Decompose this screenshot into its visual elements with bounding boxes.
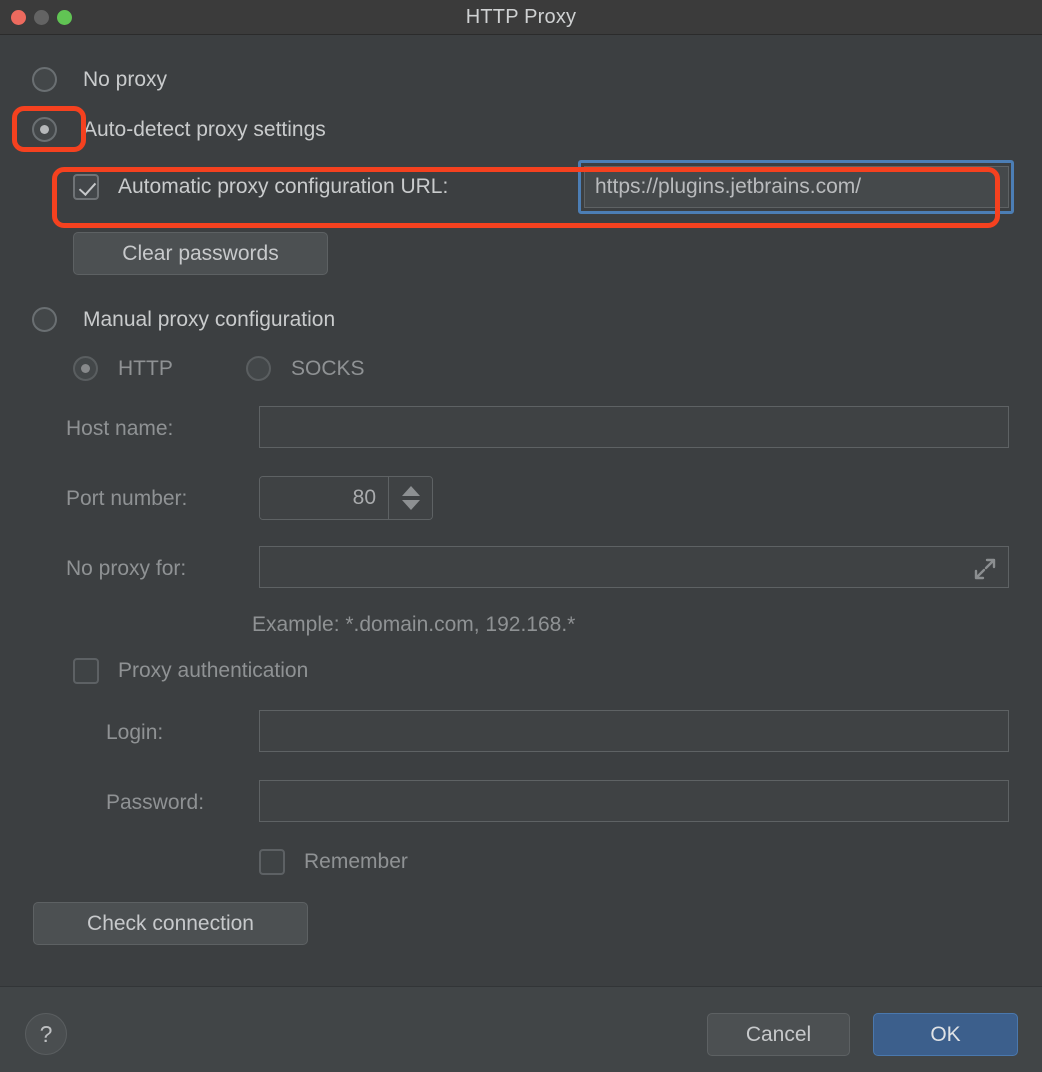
window-title: HTTP Proxy (465, 6, 577, 28)
password-label: Password: (106, 791, 205, 814)
clear-passwords-button[interactable]: Clear passwords (73, 232, 328, 275)
http-proxy-dialog: HTTP Proxy No proxy Auto-detect proxy se… (0, 0, 1042, 1072)
checkbox-pac-url-label: Automatic proxy configuration URL: (118, 175, 449, 198)
spinner-up-icon[interactable] (401, 486, 420, 496)
radio-manual-proxy[interactable]: Manual proxy configuration (32, 307, 335, 332)
password-input[interactable] (259, 780, 1009, 822)
login-input[interactable] (259, 710, 1009, 752)
spinner-down-icon[interactable] (401, 500, 420, 510)
radio-protocol-http[interactable]: HTTP (73, 356, 173, 381)
radio-protocol-http-label: HTTP (118, 356, 173, 380)
radio-protocol-socks[interactable]: SOCKS (246, 356, 365, 381)
radio-auto-detect[interactable]: Auto-detect proxy settings (32, 117, 326, 142)
radio-no-proxy-indicator[interactable] (32, 67, 57, 92)
login-label: Login: (106, 721, 164, 744)
expand-icon[interactable] (974, 558, 996, 580)
radio-auto-detect-label: Auto-detect proxy settings (83, 117, 326, 141)
checkbox-pac-url[interactable]: Automatic proxy configuration URL: (73, 174, 448, 200)
radio-protocol-socks-label: SOCKS (291, 356, 365, 380)
host-name-input[interactable] (259, 406, 1009, 448)
port-number-label: Port number: (66, 487, 188, 510)
port-number-stepper[interactable]: 80 (259, 476, 433, 520)
port-number-input-value: 80 (352, 486, 376, 509)
radio-manual-proxy-indicator[interactable] (32, 307, 57, 332)
ok-button[interactable]: OK (873, 1013, 1018, 1056)
checkbox-proxy-authentication-label: Proxy authentication (118, 659, 309, 682)
pac-url-input-value: https://plugins.jetbrains.com/ (595, 175, 862, 198)
radio-protocol-socks-indicator[interactable] (246, 356, 271, 381)
checkbox-remember-indicator[interactable] (259, 849, 285, 875)
checkbox-pac-url-indicator[interactable] (73, 174, 99, 200)
no-proxy-for-example-hint: Example: *.domain.com, 192.168.* (252, 613, 576, 636)
dialog-body: No proxy Auto-detect proxy settings Auto… (0, 36, 1042, 985)
checkbox-proxy-authentication-indicator[interactable] (73, 658, 99, 684)
help-button[interactable]: ? (25, 1013, 67, 1055)
radio-auto-detect-indicator[interactable] (32, 117, 57, 142)
check-connection-button[interactable]: Check connection (33, 902, 308, 945)
checkbox-proxy-authentication[interactable]: Proxy authentication (73, 658, 308, 684)
radio-no-proxy[interactable]: No proxy (32, 67, 167, 92)
radio-manual-proxy-label: Manual proxy configuration (83, 307, 336, 331)
window-titlebar: HTTP Proxy (0, 0, 1042, 35)
checkbox-remember-label: Remember (304, 850, 408, 873)
no-proxy-for-input[interactable] (259, 546, 1009, 588)
radio-no-proxy-label: No proxy (83, 67, 168, 91)
port-number-spinner-buttons[interactable] (388, 477, 432, 519)
host-name-label: Host name: (66, 417, 174, 440)
port-number-input[interactable]: 80 (260, 477, 388, 519)
cancel-button[interactable]: Cancel (707, 1013, 850, 1056)
pac-url-input[interactable]: https://plugins.jetbrains.com/ (584, 166, 1009, 208)
radio-protocol-http-indicator[interactable] (73, 356, 98, 381)
checkbox-remember[interactable]: Remember (259, 849, 408, 875)
no-proxy-for-label: No proxy for: (66, 557, 187, 580)
